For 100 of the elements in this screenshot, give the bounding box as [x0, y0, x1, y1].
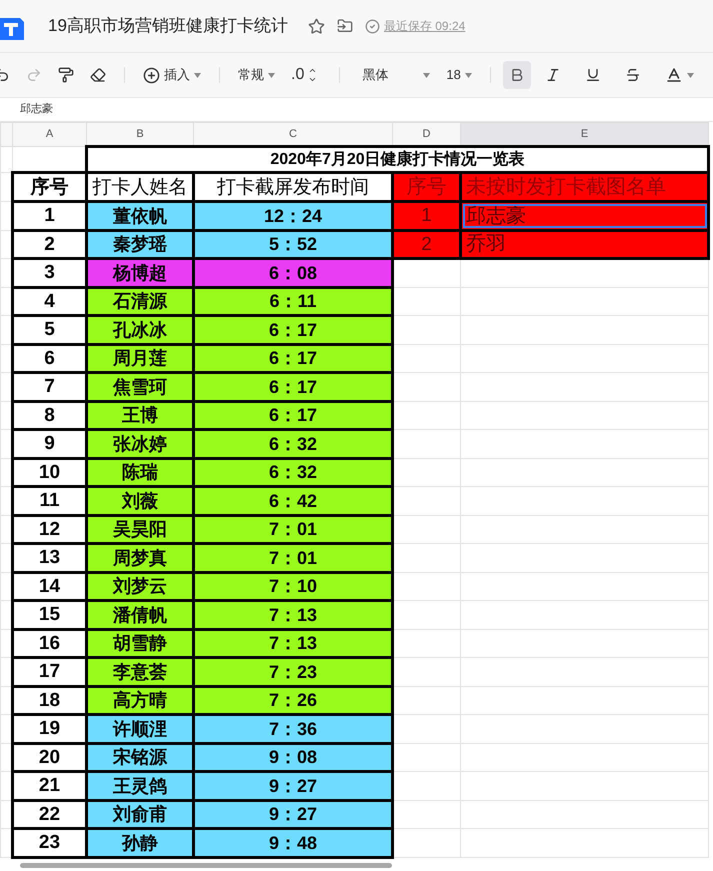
underline-icon — [584, 67, 601, 83]
table-cell: 12：24 — [194, 202, 392, 230]
table-cell: 6 — [12, 344, 86, 372]
table-cell: 秦梦瑶 — [86, 230, 194, 258]
table-cell: 周月莲 — [86, 344, 194, 372]
table-cell: 10 — [12, 458, 86, 486]
table-cell: 7：23 — [194, 658, 392, 686]
table-cell: 张冰婷 — [86, 430, 194, 458]
star-icon[interactable] — [308, 18, 325, 34]
caret-icon — [686, 72, 694, 78]
table-cell: 刘薇 — [86, 486, 194, 515]
table-header: 序号 — [392, 172, 460, 202]
table-cell: 19 — [12, 714, 86, 743]
table-cell: 7：10 — [194, 572, 392, 600]
table-cell: 7：01 — [194, 515, 392, 544]
table-cell: 高方晴 — [86, 686, 194, 714]
eraser-icon — [90, 67, 106, 83]
table-cell: 8 — [12, 401, 86, 430]
table-cell: 杨博超 — [86, 258, 194, 287]
table-cell: 石清源 — [86, 287, 194, 316]
column-header[interactable]: A — [12, 122, 86, 146]
font-dropdown[interactable]: 黑体 — [356, 61, 436, 89]
table-cell: 4 — [12, 287, 86, 316]
table-cell: 9：48 — [194, 828, 392, 857]
column-header[interactable]: C — [194, 122, 392, 146]
strikethrough-icon — [624, 67, 641, 83]
table-header: 序号 — [12, 172, 86, 202]
table-title: 2020年7月20日健康打卡情况一览表 — [86, 146, 708, 172]
table-cell: 2 — [12, 230, 86, 258]
table-cell: 刘梦云 — [86, 572, 194, 600]
table-cell: 王灵鸽 — [86, 772, 194, 800]
table-cell: 7：13 — [194, 629, 392, 658]
table-cell: 11 — [12, 486, 86, 515]
formula-value: 邱志豪 — [20, 102, 53, 118]
table-cell: 23 — [12, 828, 86, 857]
horizontal-scrollbar[interactable] — [20, 863, 392, 868]
table-cell: 陈瑞 — [86, 458, 194, 486]
table-header: 未按时发打卡截图名单 — [460, 172, 708, 202]
table-cell: 6：42 — [194, 486, 392, 515]
table-cell: 焦雪珂 — [86, 372, 194, 401]
table-cell: 7：13 — [194, 600, 392, 629]
caret-icon — [268, 72, 275, 78]
saved-check-icon — [364, 18, 380, 34]
table-cell: 20 — [12, 743, 86, 772]
table-cell: 16 — [12, 629, 86, 658]
table-cell: 1 — [392, 202, 460, 230]
table-cell: 9：27 — [194, 800, 392, 828]
table-cell: 9：08 — [194, 743, 392, 772]
column-header[interactable]: B — [86, 122, 194, 146]
table-cell: 许顺浬 — [86, 714, 194, 743]
table-cell: 5 — [12, 316, 86, 344]
table-cell: 5：52 — [194, 230, 392, 258]
table-cell: 9：27 — [194, 772, 392, 800]
table-cell: 董依帆 — [86, 202, 194, 230]
table-cell: 吴昊阳 — [86, 515, 194, 544]
table-cell: 22 — [12, 800, 86, 828]
down-icon — [308, 75, 318, 84]
table-cell: 3 — [12, 258, 86, 287]
move-folder-icon[interactable] — [336, 18, 353, 34]
table-cell: 胡雪静 — [86, 629, 194, 658]
caret-icon — [464, 72, 472, 78]
bold-button[interactable] — [502, 61, 531, 89]
table-cell: 14 — [12, 572, 86, 600]
table-cell: 7：36 — [194, 714, 392, 743]
table-cell: 潘倩帆 — [86, 600, 194, 629]
caret-icon — [194, 72, 201, 78]
table-cell: 6：17 — [194, 401, 392, 430]
caret-icon — [423, 72, 430, 78]
table-cell: 刘俞甫 — [86, 800, 194, 828]
table-cell: 1 — [12, 202, 86, 230]
table-cell: 6：32 — [194, 458, 392, 486]
table-cell: 12 — [12, 515, 86, 544]
decimal-stepper[interactable]: .0 — [285, 61, 324, 89]
table-cell: 9 — [12, 430, 86, 458]
table-cell[interactable]: 乔羽 — [460, 230, 708, 258]
table-cell: 孙静 — [86, 828, 194, 857]
number-format-dropdown[interactable]: 常规 — [232, 61, 281, 89]
table-cell: 王博 — [86, 401, 194, 430]
table-cell: 6：08 — [194, 258, 392, 287]
table-cell: 7 — [12, 372, 86, 401]
column-header[interactable]: E — [460, 122, 708, 146]
insert-button[interactable]: 插入 — [137, 61, 207, 89]
table-cell: 李意荟 — [86, 658, 194, 686]
last-saved-label: 最近保存 09:24 — [384, 18, 466, 35]
table-cell: 周梦真 — [86, 544, 194, 572]
table-cell: 孔冰冰 — [86, 316, 194, 344]
up-icon — [308, 66, 318, 75]
table-cell: 7：01 — [194, 544, 392, 572]
table-cell: 7：26 — [194, 686, 392, 714]
table-cell: 6：17 — [194, 344, 392, 372]
font-color-icon — [664, 66, 683, 84]
document-title: 19高职市场营销班健康打卡统计 — [48, 15, 288, 38]
table-cell[interactable]: 邱志豪 — [460, 202, 708, 230]
table-cell: 21 — [12, 772, 86, 800]
font-size-dropdown[interactable]: 18 — [440, 61, 478, 89]
plus-circle-icon — [143, 66, 160, 84]
paint-roller-icon — [58, 67, 74, 83]
table-cell: 6：17 — [194, 372, 392, 401]
table-cell: 18 — [12, 686, 86, 714]
table-cell: 2 — [392, 230, 460, 258]
